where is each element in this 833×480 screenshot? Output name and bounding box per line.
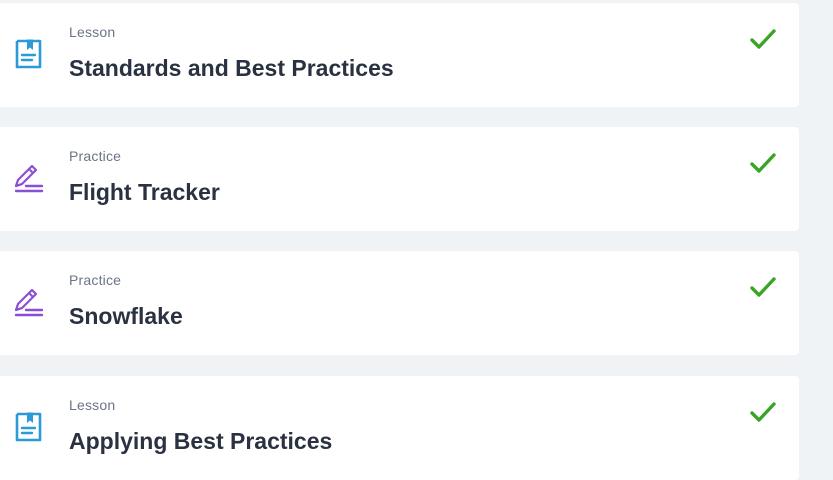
list-item-snowflake[interactable]: Practice Snowflake bbox=[0, 251, 799, 355]
list-item-applying-best-practices[interactable]: Lesson Applying Best Practices bbox=[0, 376, 799, 480]
list-item-flight-tracker[interactable]: Practice Flight Tracker bbox=[0, 127, 799, 231]
lesson-document-icon bbox=[14, 411, 44, 443]
item-type-label: Practice bbox=[69, 148, 122, 164]
practice-pencil-icon bbox=[14, 162, 44, 194]
completed-check-icon bbox=[748, 275, 778, 301]
lesson-document-icon bbox=[14, 38, 44, 70]
item-title: Applying Best Practices bbox=[69, 428, 333, 454]
item-type-label: Lesson bbox=[69, 24, 116, 40]
item-type-label: Lesson bbox=[69, 397, 116, 413]
item-title: Standards and Best Practices bbox=[69, 55, 394, 81]
completed-check-icon bbox=[748, 400, 778, 426]
item-title: Snowflake bbox=[69, 303, 183, 329]
practice-pencil-icon bbox=[14, 286, 44, 318]
completed-check-icon bbox=[748, 151, 778, 177]
item-type-label: Practice bbox=[69, 272, 122, 288]
item-title: Flight Tracker bbox=[69, 179, 220, 205]
completed-check-icon bbox=[748, 27, 778, 53]
list-item-standards-and-best-practices[interactable]: Lesson Standards and Best Practices bbox=[0, 3, 799, 107]
